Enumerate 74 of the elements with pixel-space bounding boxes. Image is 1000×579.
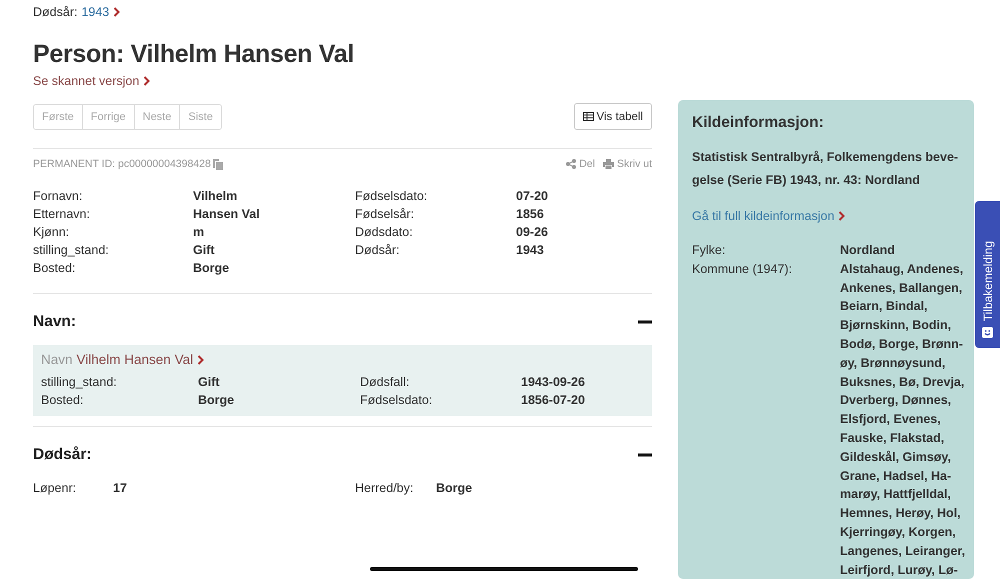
permanent-id: PERMANENT ID: pc00000004398428 xyxy=(33,158,211,170)
action-link[interactable]: Del xyxy=(566,158,595,170)
feedback-tab[interactable]: Tilbakemelding xyxy=(975,201,1000,348)
smiley-icon xyxy=(982,327,993,338)
field-value: 09-26 xyxy=(516,225,549,239)
field-value: 1943-09-26 xyxy=(521,375,586,389)
table-view-button[interactable]: Vis tabell xyxy=(574,103,652,130)
field-value-line: Leirfjord, Lurøy, Lø- xyxy=(840,562,959,579)
field-value-line: øy, Brønnøysund, xyxy=(840,354,946,372)
field-value: Borge xyxy=(436,481,474,495)
field-label: Fødselsdato: xyxy=(355,189,428,203)
chevron-right-icon xyxy=(838,211,846,221)
page-title: Person: Vilhelm Hansen Val xyxy=(33,40,356,69)
field-value-line: Kjerringøy, Korgen, xyxy=(840,524,957,541)
field-value: m xyxy=(193,225,206,239)
field-label: Løpenr: xyxy=(33,481,78,495)
table-icon xyxy=(582,112,594,121)
field-value-line: Nordland xyxy=(840,242,896,259)
scan-link[interactable]: Se skannet versjon xyxy=(33,74,140,88)
source-link[interactable]: Gå til full kildeinformasjon xyxy=(692,209,834,223)
field-value: Vilhelm xyxy=(193,189,238,203)
name-link[interactable]: Vilhelm Hansen Val xyxy=(76,352,194,367)
field-value: Gift xyxy=(193,243,216,257)
field-label: stilling_stand: xyxy=(41,375,118,389)
breadcrumb-link[interactable]: 1943 xyxy=(81,5,110,19)
printer-icon xyxy=(602,159,614,169)
field-value-line: Fauske, Flakstad, xyxy=(840,430,946,447)
source-title: Kildeinformasjon: xyxy=(692,114,825,132)
field-value: 17 xyxy=(113,481,128,495)
chevron-right-icon xyxy=(113,7,120,17)
source-description: Statistisk Sentralbyrå, Folkemengdens beve- gelse (Serie FB) 1943, nr. 43: Nordland xyxy=(692,149,960,189)
field-label: Bosted: xyxy=(41,393,84,407)
field-value-line: Ankenes, Ballangen, xyxy=(840,280,964,297)
field-value-line: Elsfjord, Evenes, xyxy=(840,411,942,428)
field-label: Dødsfall: xyxy=(360,375,410,389)
field-value: Borge xyxy=(193,261,230,275)
share-icon xyxy=(566,159,576,169)
chevron-right-icon xyxy=(197,354,204,364)
field-value-line: Alstahaug, Andenes, xyxy=(840,260,964,278)
field-label: Kommune (1947): xyxy=(692,260,794,278)
chevron-right-icon xyxy=(143,76,150,86)
field-value-line: Hemnes, Herøy, Hol, xyxy=(840,505,962,522)
field-value-line: Gildeskål, Gimsøy, xyxy=(840,448,952,466)
field-value: Gift xyxy=(198,375,221,389)
field-value-line: Buksnes, Bø, Drevja, xyxy=(840,374,966,391)
field-value-line: Bjørnskinn, Bodin, xyxy=(840,317,952,334)
field-label: Dødsdato: xyxy=(355,225,414,239)
field-value: Hansen Val xyxy=(193,207,261,221)
action-link[interactable]: Skriv ut xyxy=(602,158,652,170)
field-value-line: Beiarn, Bindal, xyxy=(840,298,929,316)
field-label: Etternavn: xyxy=(33,207,91,221)
field-value-line: Langenes, Leiranger, xyxy=(840,542,966,560)
breadcrumb-label: Dødsår: xyxy=(33,5,78,19)
field-label: stilling_stand: xyxy=(33,243,110,257)
field-value: Borge xyxy=(198,393,236,407)
field-label: Fødselsdato: xyxy=(360,393,434,407)
field-value: 07-20 xyxy=(516,189,549,203)
field-label: Herred/by: xyxy=(355,481,414,495)
field-label: Dødsår: xyxy=(355,243,400,257)
field-label: Bosted: xyxy=(33,261,76,275)
field-label: Kjønn: xyxy=(33,225,70,239)
section-title: Navn: xyxy=(33,313,76,331)
section-title: Dødsår: xyxy=(33,446,92,464)
field-label: Fornavn: xyxy=(33,189,84,203)
field-label: Fylke: xyxy=(692,242,726,259)
field-value-line: marøy, Hattfjelldal, xyxy=(840,486,952,504)
card-prefix: Navn xyxy=(41,352,73,367)
field-value-line: Bodø, Borge, Brønn- xyxy=(840,336,964,353)
field-value: 1856 xyxy=(516,207,545,221)
field-value: 1856-07-20 xyxy=(521,393,586,407)
field-label: Fødselsår: xyxy=(355,207,416,221)
field-value: 1943 xyxy=(516,243,545,257)
field-value-line: Grane, Hadsel, Ha- xyxy=(840,468,952,485)
field-value-line: Dverberg, Dønnes, xyxy=(840,392,952,410)
